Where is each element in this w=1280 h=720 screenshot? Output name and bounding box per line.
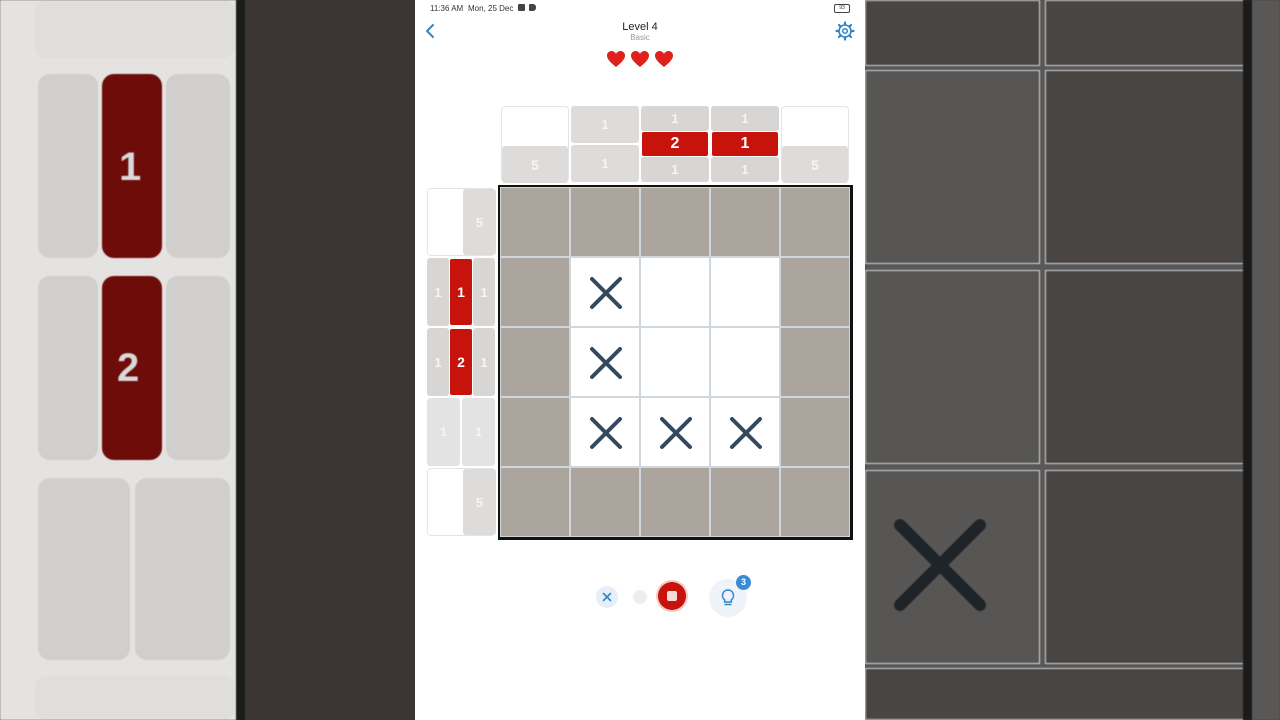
level-title: Level 4 — [622, 21, 658, 33]
grid-cell[interactable] — [570, 187, 640, 257]
grid-cell[interactable] — [500, 467, 570, 537]
clue-number-active: 1 — [711, 131, 779, 157]
video-icon — [529, 4, 536, 11]
background-tile — [38, 478, 130, 660]
row-clue-5: 5 — [427, 468, 496, 536]
status-bar: 11:36 AM Mon, 25 Dec 93 — [430, 4, 850, 14]
grid-cell[interactable] — [710, 327, 780, 397]
lives-indicator — [415, 50, 865, 73]
column-clue-5: 5 — [781, 106, 849, 183]
grid-cell[interactable] — [640, 397, 710, 467]
x-mode-button[interactable] — [596, 586, 618, 608]
clue-number: 1 — [571, 145, 639, 182]
x-mark-icon — [590, 417, 622, 449]
background-x-icon — [894, 519, 986, 611]
grid-cell[interactable] — [500, 397, 570, 467]
grid-cell[interactable] — [500, 327, 570, 397]
battery-icon: 93 — [834, 4, 850, 13]
background-border — [1243, 0, 1252, 720]
clue-number: 5 — [463, 189, 496, 255]
mode-toggle-dot[interactable] — [633, 590, 647, 604]
clue-number: 1 — [641, 106, 709, 131]
clue-number-active: 2 — [449, 328, 473, 396]
clue-number: 1 — [427, 398, 460, 466]
difficulty-label: Basic — [630, 33, 650, 42]
clue-number-active: 1 — [449, 258, 473, 326]
background-tile — [35, 676, 235, 720]
x-mark-icon — [660, 417, 692, 449]
background-border — [236, 0, 245, 720]
grid-cell[interactable] — [500, 257, 570, 327]
status-date: Mon, 25 Dec — [468, 4, 514, 13]
grid-cell[interactable] — [570, 467, 640, 537]
x-icon — [602, 592, 612, 602]
background-left: 1 2 — [0, 0, 415, 720]
clue-number: 1 — [462, 398, 495, 466]
background-tile — [166, 74, 230, 258]
clue-number: 1 — [711, 157, 779, 182]
square-icon — [667, 591, 677, 601]
grid-cell[interactable] — [570, 257, 640, 327]
background-num: 2 — [117, 346, 140, 390]
clue-number: 5 — [463, 469, 496, 535]
clue-number-active: 2 — [641, 131, 709, 157]
column-clue-2: 11 — [571, 106, 639, 182]
row-clue-4: 11 — [427, 398, 495, 466]
heart-icon — [607, 51, 625, 67]
x-mark-icon — [730, 417, 762, 449]
hint-count-badge: 3 — [736, 575, 751, 590]
grid-cell[interactable] — [710, 257, 780, 327]
grid-cell[interactable] — [780, 187, 850, 257]
game-screen: 11:36 AM Mon, 25 Dec 93 Level 4 Basic 51… — [415, 0, 865, 720]
background-tile — [38, 74, 98, 258]
clue-number: 1 — [427, 258, 449, 326]
grid-cell[interactable] — [780, 397, 850, 467]
background-grid — [245, 0, 415, 720]
row-clue-1: 5 — [427, 188, 496, 256]
clue-number: 1 — [427, 328, 449, 396]
gear-icon — [835, 21, 855, 41]
column-clue-1: 5 — [501, 106, 569, 183]
grid-cell[interactable] — [640, 327, 710, 397]
grid-cell[interactable] — [570, 397, 640, 467]
grid-cell[interactable] — [780, 467, 850, 537]
background-tile — [38, 276, 98, 460]
background-tile — [35, 0, 235, 58]
clue-number: 1 — [711, 106, 779, 131]
x-mark-icon — [590, 347, 622, 379]
status-time: 11:36 AM — [430, 4, 464, 13]
heart-icon — [631, 51, 649, 67]
grid-cell[interactable] — [570, 327, 640, 397]
settings-button[interactable] — [835, 21, 855, 41]
heart-icon — [655, 51, 673, 67]
background-right — [865, 0, 1280, 720]
clue-number: 1 — [473, 328, 495, 396]
background-tile — [135, 478, 230, 660]
column-clue-4: 111 — [711, 106, 779, 182]
grid-cell[interactable] — [710, 187, 780, 257]
clue-number: 5 — [782, 146, 848, 183]
x-mark-icon — [590, 277, 622, 309]
grid-cell[interactable] — [710, 397, 780, 467]
grid-cell[interactable] — [780, 327, 850, 397]
clue-number: 1 — [571, 106, 639, 143]
background-tile — [166, 276, 230, 460]
clue-number: 1 — [641, 157, 709, 182]
grid-cell[interactable] — [640, 257, 710, 327]
clue-number: 5 — [502, 146, 568, 183]
column-clue-3: 121 — [641, 106, 709, 182]
grid-cell[interactable] — [500, 187, 570, 257]
grid-cell[interactable] — [640, 467, 710, 537]
puzzle-grid — [498, 185, 853, 540]
notification-icon — [518, 4, 525, 11]
grid-cell[interactable] — [640, 187, 710, 257]
clue-number: 1 — [473, 258, 495, 326]
grid-cell[interactable] — [710, 467, 780, 537]
row-clue-2: 111 — [427, 258, 495, 326]
background-num: 1 — [119, 145, 142, 189]
grid-cell[interactable] — [780, 257, 850, 327]
row-clue-3: 121 — [427, 328, 495, 396]
fill-mode-button[interactable] — [658, 582, 686, 610]
